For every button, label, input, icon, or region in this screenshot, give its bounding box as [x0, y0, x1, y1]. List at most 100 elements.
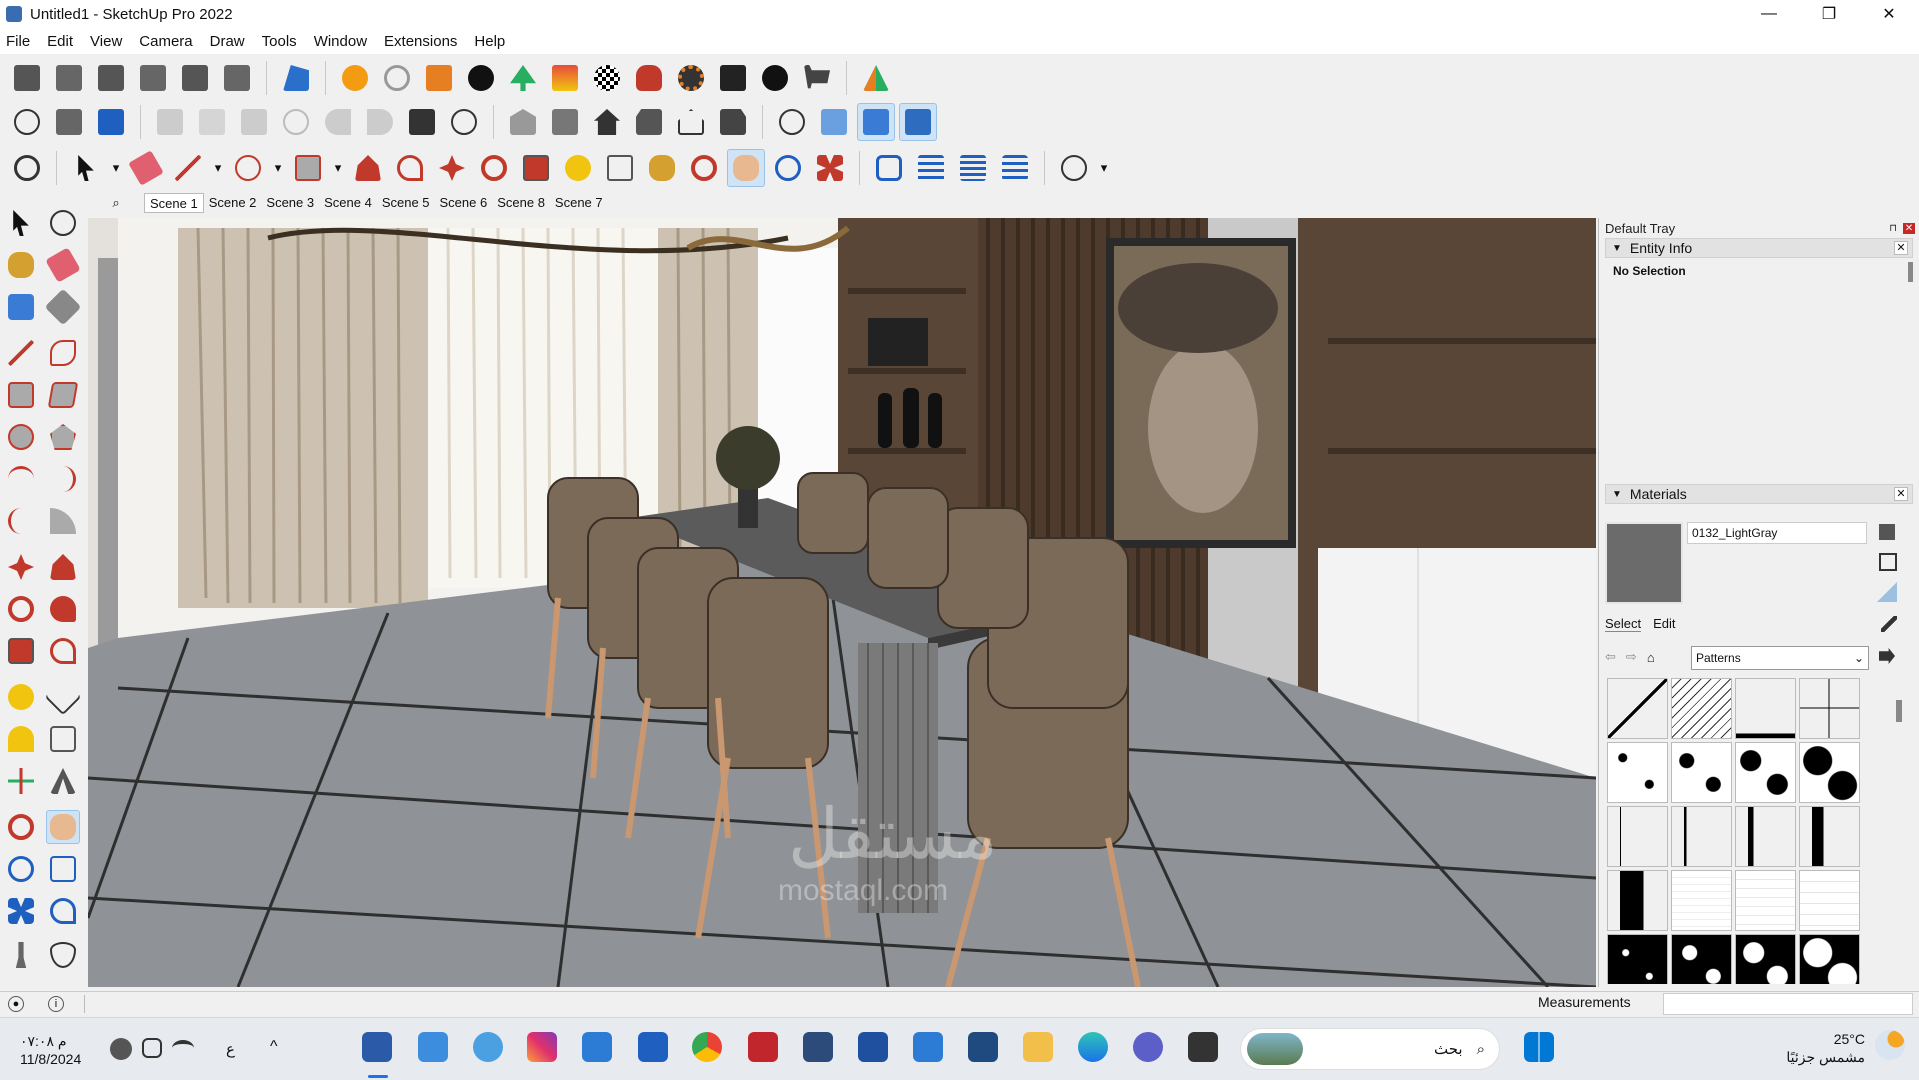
- arc-tool[interactable]: [4, 462, 38, 496]
- polygon-tool[interactable]: [46, 420, 80, 454]
- select-tool[interactable]: [4, 206, 38, 240]
- entity-info-header[interactable]: ▼ Entity Info ✕: [1605, 238, 1913, 258]
- pattern-swatch[interactable]: [1607, 870, 1668, 931]
- component-tool[interactable]: [4, 290, 38, 324]
- settings-button[interactable]: [672, 59, 710, 97]
- pattern-swatch[interactable]: [1735, 870, 1796, 931]
- redo-button[interactable]: [361, 103, 399, 141]
- info-circle-icon[interactable]: i: [48, 996, 64, 1012]
- back-arrow-icon[interactable]: ⇦: [1605, 649, 1616, 665]
- create-material-icon[interactable]: [1879, 524, 1895, 540]
- edge-icon[interactable]: [1078, 1032, 1108, 1062]
- account-dropdown[interactable]: ▾: [1097, 149, 1111, 187]
- menu-tools[interactable]: Tools: [262, 33, 297, 50]
- arc-dropdown[interactable]: ▾: [271, 149, 285, 187]
- close-button[interactable]: ✕: [1859, 0, 1919, 28]
- two-point-arc-tool[interactable]: [46, 462, 80, 496]
- close-icon[interactable]: ✕: [1903, 222, 1915, 234]
- open-button[interactable]: [50, 103, 88, 141]
- calculator-icon[interactable]: [968, 1032, 998, 1062]
- wifi-icon[interactable]: [172, 1040, 194, 1056]
- menu-edit[interactable]: Edit: [47, 33, 73, 50]
- zoom-tool[interactable]: [4, 852, 38, 886]
- freehand-tool[interactable]: [46, 336, 80, 370]
- home-icon[interactable]: ⌂: [1647, 650, 1655, 665]
- library-select[interactable]: Patterns ⌄: [1691, 646, 1869, 670]
- look-around-tool[interactable]: [46, 938, 80, 972]
- extension-warehouse-button[interactable]: [912, 149, 950, 187]
- save-button[interactable]: [92, 103, 130, 141]
- file-explorer-icon[interactable]: [1023, 1032, 1053, 1062]
- style-textured-button[interactable]: [899, 103, 937, 141]
- layout-icon[interactable]: [638, 1032, 668, 1062]
- taskbar-search[interactable]: بحث ⌕: [1240, 1028, 1500, 1070]
- menu-help[interactable]: Help: [474, 33, 505, 50]
- pin-icon[interactable]: ⊓: [1889, 223, 1897, 234]
- revit-icon[interactable]: [858, 1032, 888, 1062]
- cart-button[interactable]: [798, 59, 836, 97]
- windows-start-icon[interactable]: [1524, 1032, 1554, 1062]
- weather-widget[interactable]: 25°C مشمس جزئيًا: [1786, 1030, 1905, 1066]
- scene-tab[interactable]: Scene 1: [144, 193, 204, 213]
- edu-app-icon[interactable]: [803, 1032, 833, 1062]
- cloud-upload-button[interactable]: [630, 59, 668, 97]
- rotate-tool[interactable]: [4, 592, 38, 626]
- language-indicator[interactable]: ع: [226, 1040, 235, 1058]
- zoom-extents-tool[interactable]: [4, 894, 38, 928]
- restore-button[interactable]: ❐: [1799, 0, 1859, 28]
- previous-view-tool[interactable]: [46, 894, 80, 928]
- extension-manager-button[interactable]: [996, 149, 1034, 187]
- view-back-button[interactable]: [672, 103, 710, 141]
- close-icon[interactable]: ✕: [1894, 487, 1908, 501]
- menu-extensions[interactable]: Extensions: [384, 33, 457, 50]
- views-left-button[interactable]: [218, 59, 256, 97]
- pan-button[interactable]: [727, 149, 765, 187]
- battery-icon[interactable]: [110, 1038, 132, 1060]
- material-name-field[interactable]: 0132_LightGray: [1687, 522, 1867, 544]
- protractor-tool[interactable]: [4, 722, 38, 756]
- autocad-icon[interactable]: [748, 1032, 778, 1062]
- pattern-swatch[interactable]: [1799, 742, 1860, 803]
- text-tool[interactable]: [46, 722, 80, 756]
- menu-view[interactable]: View: [90, 33, 122, 50]
- cut-button[interactable]: [151, 103, 189, 141]
- line-dropdown[interactable]: ▾: [211, 149, 225, 187]
- menu-camera[interactable]: Camera: [139, 33, 192, 50]
- pattern-swatch[interactable]: [1799, 806, 1860, 867]
- views-top-button[interactable]: [50, 59, 88, 97]
- account-button[interactable]: [1055, 149, 1093, 187]
- eraser-tool-button[interactable]: [127, 149, 165, 187]
- menu-file[interactable]: File: [6, 33, 30, 50]
- chevron-up-icon[interactable]: ^: [270, 1038, 278, 1056]
- scale-tool-button[interactable]: [517, 149, 555, 187]
- add-button[interactable]: [462, 59, 500, 97]
- info-button[interactable]: [756, 59, 794, 97]
- tag-tool[interactable]: [44, 288, 82, 326]
- store-icon[interactable]: [582, 1032, 612, 1062]
- undo-button[interactable]: [319, 103, 357, 141]
- layout-send-button[interactable]: [954, 149, 992, 187]
- axes-tool[interactable]: [4, 764, 38, 798]
- chrome-icon[interactable]: [692, 1032, 722, 1062]
- swatch-scrollbar[interactable]: [1896, 700, 1902, 722]
- scale-tool[interactable]: [4, 634, 38, 668]
- refresh-button[interactable]: [378, 59, 416, 97]
- rotate-tool-button[interactable]: [475, 149, 513, 187]
- eyedropper-icon[interactable]: [1881, 616, 1897, 632]
- pattern-swatch[interactable]: [1735, 742, 1796, 803]
- tab-select[interactable]: Select: [1605, 616, 1642, 632]
- teams-icon[interactable]: [1133, 1032, 1163, 1062]
- scene-tab[interactable]: Scene 5: [377, 193, 435, 213]
- pattern-swatch[interactable]: [1735, 678, 1796, 739]
- close-icon[interactable]: ✕: [1894, 241, 1908, 255]
- orbit-tool[interactable]: [4, 810, 38, 844]
- mail-button[interactable]: [714, 59, 752, 97]
- print-button[interactable]: [403, 103, 441, 141]
- orbit-button[interactable]: [685, 149, 723, 187]
- paint-cube-icon[interactable]: [1879, 553, 1897, 571]
- zoom-button[interactable]: [769, 149, 807, 187]
- offset-button[interactable]: [391, 149, 429, 187]
- pan-tool[interactable]: [46, 810, 80, 844]
- pattern-swatch[interactable]: [1607, 678, 1668, 739]
- view-right-button[interactable]: [630, 103, 668, 141]
